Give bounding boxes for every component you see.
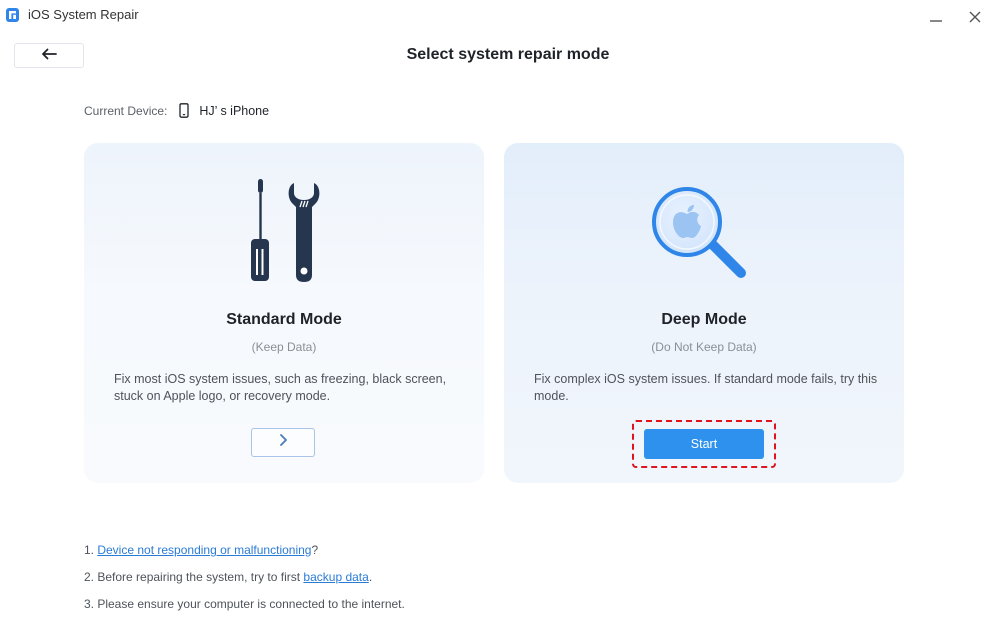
current-device: Current Device: HJ’ s iPhone (84, 103, 269, 118)
device-label: Current Device: (84, 103, 168, 118)
device-name: HJ’ s iPhone (199, 103, 270, 118)
standard-mode-subtitle: (Keep Data) (251, 340, 317, 354)
note-2-suffix: . (368, 570, 373, 584)
app-logo-icon (6, 8, 19, 22)
deep-mode-subtitle: (Do Not Keep Data) (651, 340, 757, 354)
minimize-icon[interactable] (925, 6, 947, 28)
tools-icon (84, 179, 484, 283)
note-1-prefix: 1. (84, 543, 98, 557)
note-2-prefix: 2. Before repairing the system, try to f… (84, 570, 304, 584)
standard-mode-description: Fix most iOS system issues, such as free… (114, 372, 447, 403)
deep-mode-description: Fix complex iOS system issues. If standa… (534, 372, 878, 403)
start-button[interactable]: Start (644, 429, 764, 459)
notes-list: 1. Device not responding or malfunctioni… (84, 542, 405, 623)
chevron-right-icon (278, 433, 288, 452)
phone-icon (179, 103, 190, 118)
standard-mode-card[interactable]: Standard Mode (Keep Data) Fix most iOS s… (84, 143, 484, 483)
deep-mode-title: Deep Mode (661, 311, 747, 328)
deep-mode-card[interactable]: Deep Mode (Do Not Keep Data) Fix complex… (504, 143, 904, 483)
note-2: 2. Before repairing the system, try to f… (84, 569, 405, 596)
device-not-responding-link[interactable]: Device not responding or malfunctioning (97, 543, 311, 557)
standard-mode-title: Standard Mode (226, 311, 342, 328)
app-title: iOS System Repair (28, 7, 139, 22)
standard-mode-next-button[interactable] (251, 428, 315, 457)
page-title: Select system repair mode (406, 46, 610, 63)
note-3: 3. Please ensure your computer is connec… (84, 597, 405, 611)
magnifier-apple-icon (504, 179, 904, 283)
note-1-suffix: ? (311, 543, 319, 557)
title-bar: iOS System Repair (0, 0, 992, 32)
backup-data-link[interactable]: backup data (303, 570, 368, 584)
note-1: 1. Device not responding or malfunctioni… (84, 542, 405, 569)
close-icon[interactable] (964, 6, 986, 28)
